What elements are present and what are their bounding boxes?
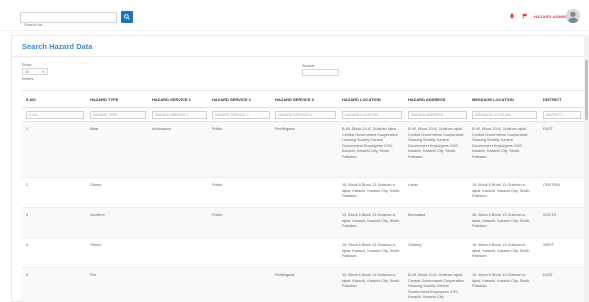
page-title: Search Hazard Data	[22, 42, 93, 51]
entries-per-page-select[interactable]: 10 ▾	[22, 68, 48, 75]
header-hazard-address[interactable]: HAZARD ADDRESS	[408, 97, 445, 102]
cell-district: EAST	[543, 127, 553, 131]
cell-hazard-service-2: Police	[212, 183, 223, 187]
topbar-divider	[0, 30, 589, 31]
header-message-location[interactable]: MESSAGE LOCATION	[472, 97, 514, 102]
cell-message-location: 15, Block 6 Block 13 Gulshan-e-Iqbal, Ka…	[472, 273, 531, 289]
user-name[interactable]: HAZARD ADMIN	[534, 14, 566, 19]
cell-hazard-address: B-49, Block 10-A, Gulshan Iqbal, Central…	[408, 273, 464, 300]
cell-hazard-address: Banmatad	[408, 213, 426, 217]
chevron-down-icon: ▾	[42, 70, 44, 74]
scrollbar-thumb[interactable]	[585, 60, 588, 120]
filter-hazard-service-1[interactable]: HAZARD SERVICE 1	[152, 111, 207, 119]
cell-message-location: 15, Block 6 Block 13 Gulshan-e-Iqbal, Ka…	[472, 243, 531, 259]
cell-hazard-service-3: FireBrigade	[275, 127, 295, 131]
cell-hazard-type: Blast	[90, 127, 99, 131]
cell-hazard-address: B-49, Block 10-A, Gulshan Iqbal, Central…	[408, 127, 464, 159]
entries-per-page-value: 10	[25, 70, 30, 74]
entries-label: entries	[22, 77, 34, 81]
cell-sno: 2	[26, 183, 29, 187]
avatar[interactable]	[566, 9, 580, 23]
header-hazard-location[interactable]: HAZARD LOCATION	[342, 97, 381, 102]
cell-sno: 4	[26, 243, 29, 247]
cell-hazard-service-1: Ambulance	[152, 127, 171, 131]
filter-sno[interactable]: S.NO	[26, 111, 84, 119]
cell-message-location: 15, Block 6 Block 13 Gulshan-e-Iqbal, Ka…	[472, 213, 531, 229]
header-hazard-service-1[interactable]: HAZARD SERVICE 1	[152, 97, 191, 102]
cell-hazard-service-2: Police	[212, 127, 223, 131]
cell-sno: 1	[26, 127, 29, 131]
cell-hazard-location: 15, Block 6 Block 13 Gulshan-e-Iqbal, Ka…	[342, 243, 401, 259]
filter-district[interactable]: DISTRICT	[543, 111, 581, 119]
filter-hazard-type[interactable]: HAZARD TYPE	[90, 111, 146, 119]
header-sno[interactable]: S.NO	[26, 97, 36, 102]
table-row[interactable]: 1 Blast Ambulance Police FireBrigade B-4…	[22, 122, 584, 178]
cell-hazard-location: 15, Block 6 Block 13 Gulshan-e-Iqbal, Ka…	[342, 183, 401, 199]
cell-sno: 3	[26, 213, 29, 217]
header-hazard-type[interactable]: HAZARD TYPE	[90, 97, 118, 102]
cell-hazard-location: 15, Block 6 Block 13 Gulshan-e-Iqbal, Ka…	[342, 213, 401, 229]
cell-district: SOUTH	[543, 213, 557, 217]
table-row[interactable]: 5 Fire FireBrigade 15, Block 6 Block 13 …	[22, 268, 584, 302]
header-hazard-service-2[interactable]: HAZARD SERVICE 2	[212, 97, 251, 102]
global-search-input[interactable]	[21, 20, 116, 29]
cell-hazard-location: 15, Block 6 Block 13 Gulshan-e-Iqbal, Ka…	[342, 273, 401, 289]
cell-hazard-type: Accident	[90, 213, 105, 217]
table-row[interactable]: 2 Others Police 15, Block 6 Block 13 Gul…	[22, 178, 584, 208]
cell-sno: 5	[26, 273, 29, 277]
filter-hazard-location[interactable]: HAZARD LOCATION	[342, 111, 402, 119]
cell-district: EAST	[543, 273, 553, 277]
card-divider	[12, 56, 584, 57]
cell-hazard-address: Lehar	[408, 183, 418, 187]
search-icon	[124, 14, 130, 20]
search-button[interactable]	[121, 11, 133, 23]
cell-hazard-type: Fire	[90, 273, 97, 277]
table-search-input[interactable]	[302, 69, 339, 76]
show-label: Show	[22, 63, 32, 67]
cell-district: WEST	[543, 243, 554, 247]
cell-message-location: 15, Block 6 Block 13 Gulshan-e-Iqbal, Ka…	[472, 183, 531, 199]
cell-hazard-location: B-49, Block 10-A, Gulshan Iqbal, Central…	[342, 127, 398, 159]
cell-hazard-address: Gulberg	[408, 243, 422, 247]
flag-icon[interactable]	[522, 13, 528, 19]
filter-hazard-service-2[interactable]: HAZARD SERVICE 2	[212, 111, 270, 119]
filter-row: S.NO HAZARD TYPE HAZARD SERVICE 1 HAZARD…	[22, 108, 584, 122]
filter-message-location[interactable]: MESSAGE LOCATION	[472, 111, 537, 119]
user-icon	[568, 11, 578, 23]
filter-hazard-service-3[interactable]: HAZARD SERVICE 3	[275, 111, 336, 119]
cell-hazard-service-2: Police	[212, 213, 223, 217]
table-header: S.NO HAZARD TYPE HAZARD SERVICE 1 HAZARD…	[22, 90, 584, 108]
cell-hazard-type: Others	[90, 183, 102, 187]
bell-icon[interactable]	[509, 13, 515, 19]
hazard-data-card: Search Hazard Data Show 10 ▾ entries Sea…	[11, 35, 585, 302]
global-search-box[interactable]	[20, 12, 117, 29]
header-hazard-service-3[interactable]: HAZARD SERVICE 3	[275, 97, 314, 102]
cell-hazard-type: Others	[90, 243, 102, 247]
header-district[interactable]: DISTRICT	[543, 97, 561, 102]
filter-hazard-address[interactable]: HAZARD ADDRESS	[408, 111, 467, 119]
table-row[interactable]: 3 Accident Police 15, Block 6 Block 13 G…	[22, 208, 584, 238]
cell-message-location: B-49, Block 10-A, Gulshan Iqbal, Central…	[472, 127, 528, 159]
cell-district: CENTRAL	[543, 183, 561, 187]
table-search-label: Search:	[302, 64, 316, 68]
cell-hazard-service-3: FireBrigade	[275, 273, 295, 277]
top-navbar: HAZARD ADMIN	[0, 0, 589, 29]
table-row[interactable]: 4 Others 15, Block 6 Block 13 Gulshan-e-…	[22, 238, 584, 268]
